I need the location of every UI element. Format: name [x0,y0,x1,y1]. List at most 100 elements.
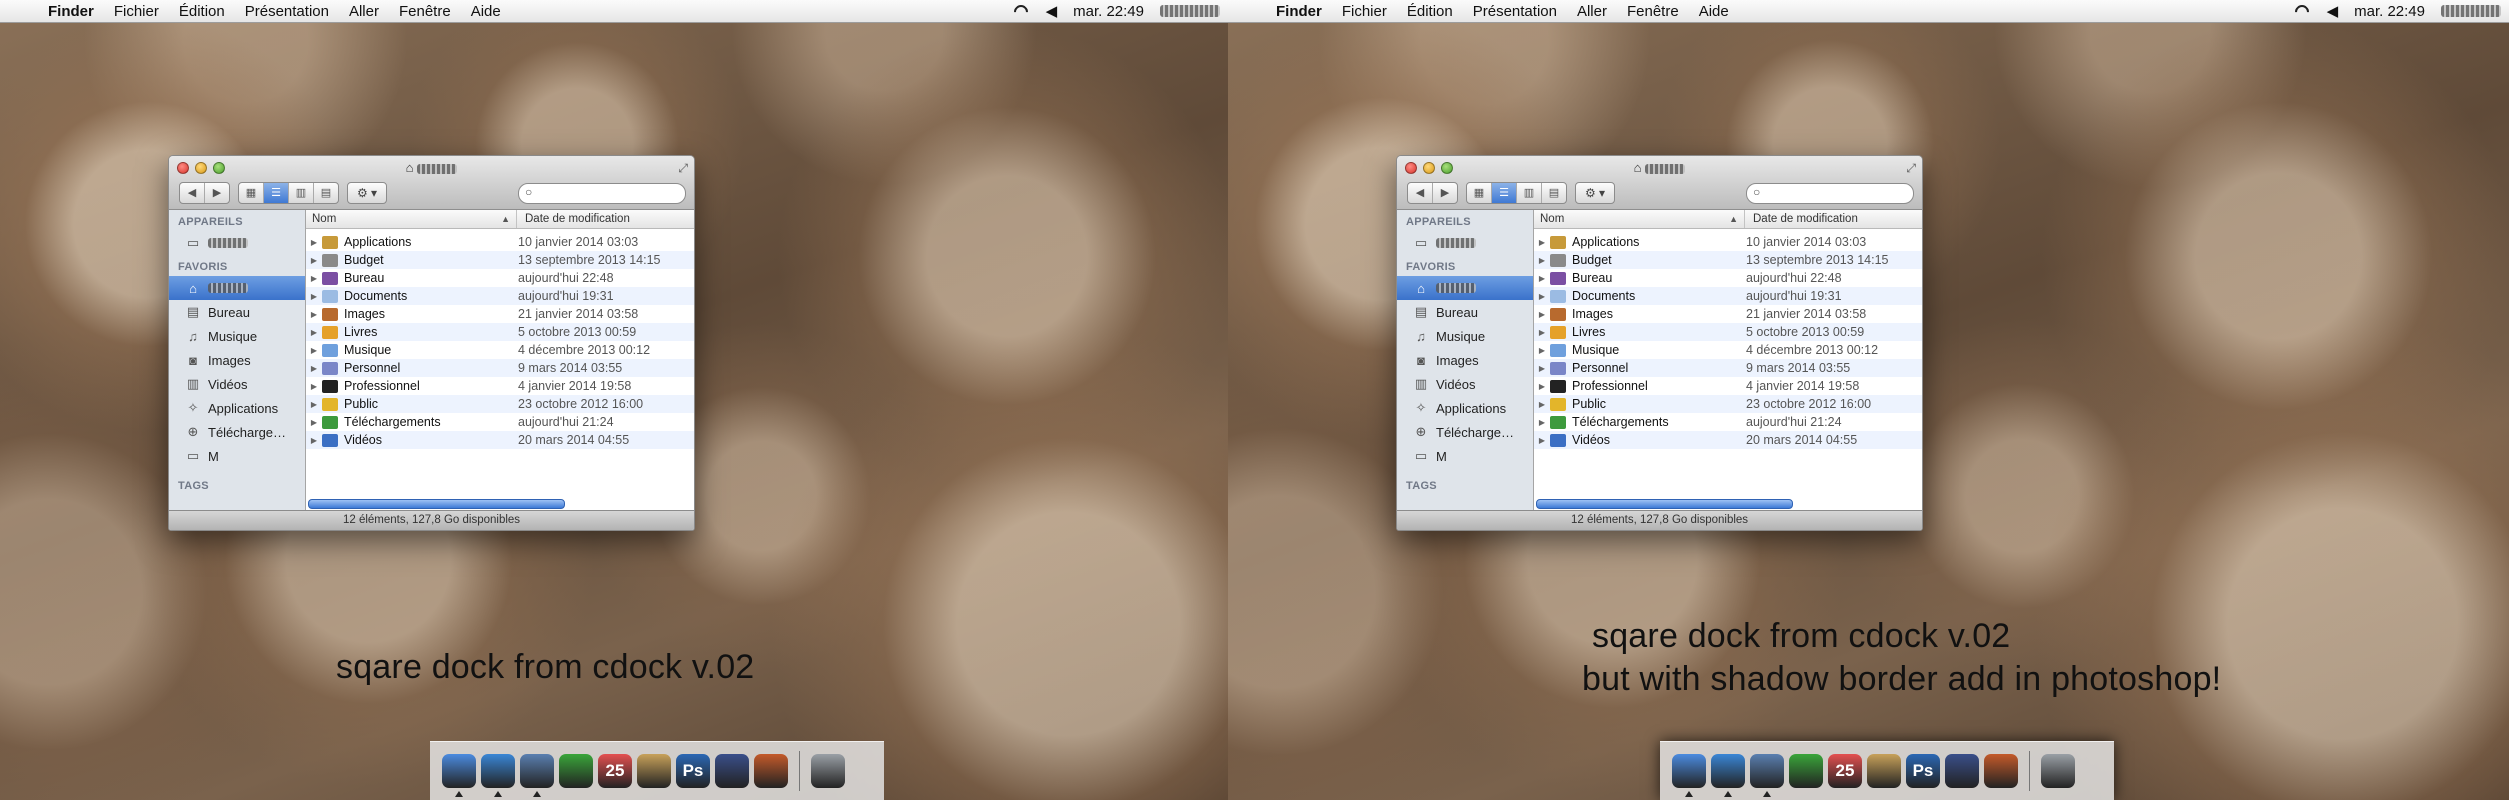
icon-view-icon[interactable]: ▦ [1467,183,1492,203]
table-row[interactable]: ▶ Images 21 janvier 2014 03:58 [306,305,694,323]
dock-itunes-icon[interactable] [1789,754,1823,788]
forward-icon[interactable]: ▶ [205,183,229,203]
menu-aller[interactable]: Aller [1567,3,1617,20]
table-row[interactable]: ▶ Personnel 9 mars 2014 03:55 [1534,359,1922,377]
table-row[interactable]: ▶ Documents aujourd'hui 19:31 [306,287,694,305]
menu-presentation[interactable]: Présentation [235,3,339,20]
column-header-name[interactable]: Nom ▲ [306,210,517,228]
dock-trash-icon[interactable] [2041,754,2075,788]
wifi-icon[interactable] [1004,5,1038,17]
menu-finder[interactable]: Finder [38,3,104,20]
disclosure-triangle-icon[interactable]: ▶ [1534,346,1550,355]
sidebar-item-bureau[interactable]: ▤ Bureau [1397,300,1533,324]
column-header-date[interactable]: Date de modification [517,210,630,228]
sidebar-item-device[interactable]: ▭ [1397,231,1533,255]
sidebar-item-telechargements[interactable]: ⊕ Télécharge… [169,420,305,444]
back-icon[interactable]: ◀ [1408,183,1433,203]
sidebar-item-musique[interactable]: ♫ Musique [169,324,305,348]
sidebar-item-home[interactable]: ⌂ [169,276,305,300]
dock-imovie-icon[interactable] [1945,754,1979,788]
sidebar-item-videos[interactable]: ▥ Vidéos [169,372,305,396]
wifi-icon[interactable] [2285,5,2319,17]
coverflow-view-icon[interactable]: ▤ [1542,183,1566,203]
disclosure-triangle-icon[interactable]: ▶ [1534,418,1550,427]
column-view-icon[interactable]: ▥ [289,183,314,203]
dock-calendar-icon[interactable]: 25 [1828,754,1862,788]
action-gear-icon[interactable]: ⚙ ▾ [1575,182,1615,204]
table-row[interactable]: ▶ Musique 4 décembre 2013 00:12 [306,341,694,359]
user-name-icon[interactable] [1152,5,1228,17]
sidebar-item-telechargements[interactable]: ⊕ Télécharge… [1397,420,1533,444]
table-row[interactable]: ▶ Bureau aujourd'hui 22:48 [306,269,694,287]
icon-view-icon[interactable]: ▦ [239,183,264,203]
list-view-icon[interactable]: ☰ [1492,183,1517,203]
disclosure-triangle-icon[interactable]: ▶ [306,418,322,427]
back-icon[interactable]: ◀ [180,183,205,203]
menu-fichier[interactable]: Fichier [104,3,169,20]
table-row[interactable]: ▶ Professionnel 4 janvier 2014 19:58 [1534,377,1922,395]
table-row[interactable]: ▶ Téléchargements aujourd'hui 21:24 [1534,413,1922,431]
disclosure-triangle-icon[interactable]: ▶ [1534,382,1550,391]
disclosure-triangle-icon[interactable]: ▶ [1534,400,1550,409]
dock-finder-icon[interactable] [442,754,476,797]
table-row[interactable]: ▶ Budget 13 septembre 2013 14:15 [1534,251,1922,269]
volume-icon[interactable]: ◀ [2319,2,2347,20]
dock-imovie-icon[interactable] [715,754,749,788]
disclosure-triangle-icon[interactable]: ▶ [306,382,322,391]
disclosure-triangle-icon[interactable]: ▶ [306,238,322,247]
table-row[interactable]: ▶ Public 23 octobre 2012 16:00 [1534,395,1922,413]
menu-edition[interactable]: Édition [169,3,235,20]
table-row[interactable]: ▶ Documents aujourd'hui 19:31 [1534,287,1922,305]
search-input[interactable]: ○ [1746,183,1914,204]
sidebar-item-m[interactable]: ▭ M [169,444,305,468]
sidebar-item-m[interactable]: ▭ M [1397,444,1533,468]
disclosure-triangle-icon[interactable]: ▶ [306,436,322,445]
disclosure-triangle-icon[interactable]: ▶ [306,310,322,319]
sidebar-item-home[interactable]: ⌂ [1397,276,1533,300]
column-header-date[interactable]: Date de modification [1745,210,1858,228]
sidebar-item-images[interactable]: ◙ Images [1397,348,1533,372]
dock-trash-icon[interactable] [811,754,845,788]
coverflow-view-icon[interactable]: ▤ [314,183,338,203]
table-row[interactable]: ▶ Livres 5 octobre 2013 00:59 [306,323,694,341]
user-name-icon[interactable] [2433,5,2509,17]
dock-itunes-icon[interactable] [559,754,593,788]
search-input[interactable]: ○ [518,183,686,204]
list-view-icon[interactable]: ☰ [264,183,289,203]
sidebar-item-bureau[interactable]: ▤ Bureau [169,300,305,324]
disclosure-triangle-icon[interactable]: ▶ [1534,310,1550,319]
dock-safari-icon[interactable] [481,754,515,797]
disclosure-triangle-icon[interactable]: ▶ [306,346,322,355]
table-row[interactable]: ▶ Musique 4 décembre 2013 00:12 [1534,341,1922,359]
column-header-name[interactable]: Nom ▲ [1534,210,1745,228]
horizontal-scrollbar[interactable] [308,499,565,509]
dock-preview-icon[interactable] [520,754,554,797]
dock-finder-icon[interactable] [1672,754,1706,797]
disclosure-triangle-icon[interactable]: ▶ [306,292,322,301]
disclosure-triangle-icon[interactable]: ▶ [1534,364,1550,373]
disclosure-triangle-icon[interactable]: ▶ [1534,238,1550,247]
sidebar-item-musique[interactable]: ♫ Musique [1397,324,1533,348]
menu-finder[interactable]: Finder [1266,3,1332,20]
dock-safari-icon[interactable] [1711,754,1745,797]
dock-notes-icon[interactable] [1867,754,1901,788]
disclosure-triangle-icon[interactable]: ▶ [306,328,322,337]
table-row[interactable]: ▶ Images 21 janvier 2014 03:58 [1534,305,1922,323]
menu-aide[interactable]: Aide [461,3,511,20]
column-view-icon[interactable]: ▥ [1517,183,1542,203]
menu-fenetre[interactable]: Fenêtre [1617,3,1689,20]
horizontal-scrollbar[interactable] [1536,499,1793,509]
disclosure-triangle-icon[interactable]: ▶ [306,274,322,283]
dock-photo-booth-icon[interactable] [754,754,788,788]
disclosure-triangle-icon[interactable]: ▶ [1534,436,1550,445]
sidebar-item-applications[interactable]: ✧ Applications [169,396,305,420]
table-row[interactable]: ▶ Livres 5 octobre 2013 00:59 [1534,323,1922,341]
menu-fenetre[interactable]: Fenêtre [389,3,461,20]
sidebar-item-device[interactable]: ▭ [169,231,305,255]
table-row[interactable]: ▶ Vidéos 20 mars 2014 04:55 [306,431,694,449]
dock-photoshop-icon[interactable]: Ps [1906,754,1940,788]
sidebar-item-applications[interactable]: ✧ Applications [1397,396,1533,420]
dock-calendar-icon[interactable]: 25 [598,754,632,788]
table-row[interactable]: ▶ Budget 13 septembre 2013 14:15 [306,251,694,269]
disclosure-triangle-icon[interactable]: ▶ [306,364,322,373]
